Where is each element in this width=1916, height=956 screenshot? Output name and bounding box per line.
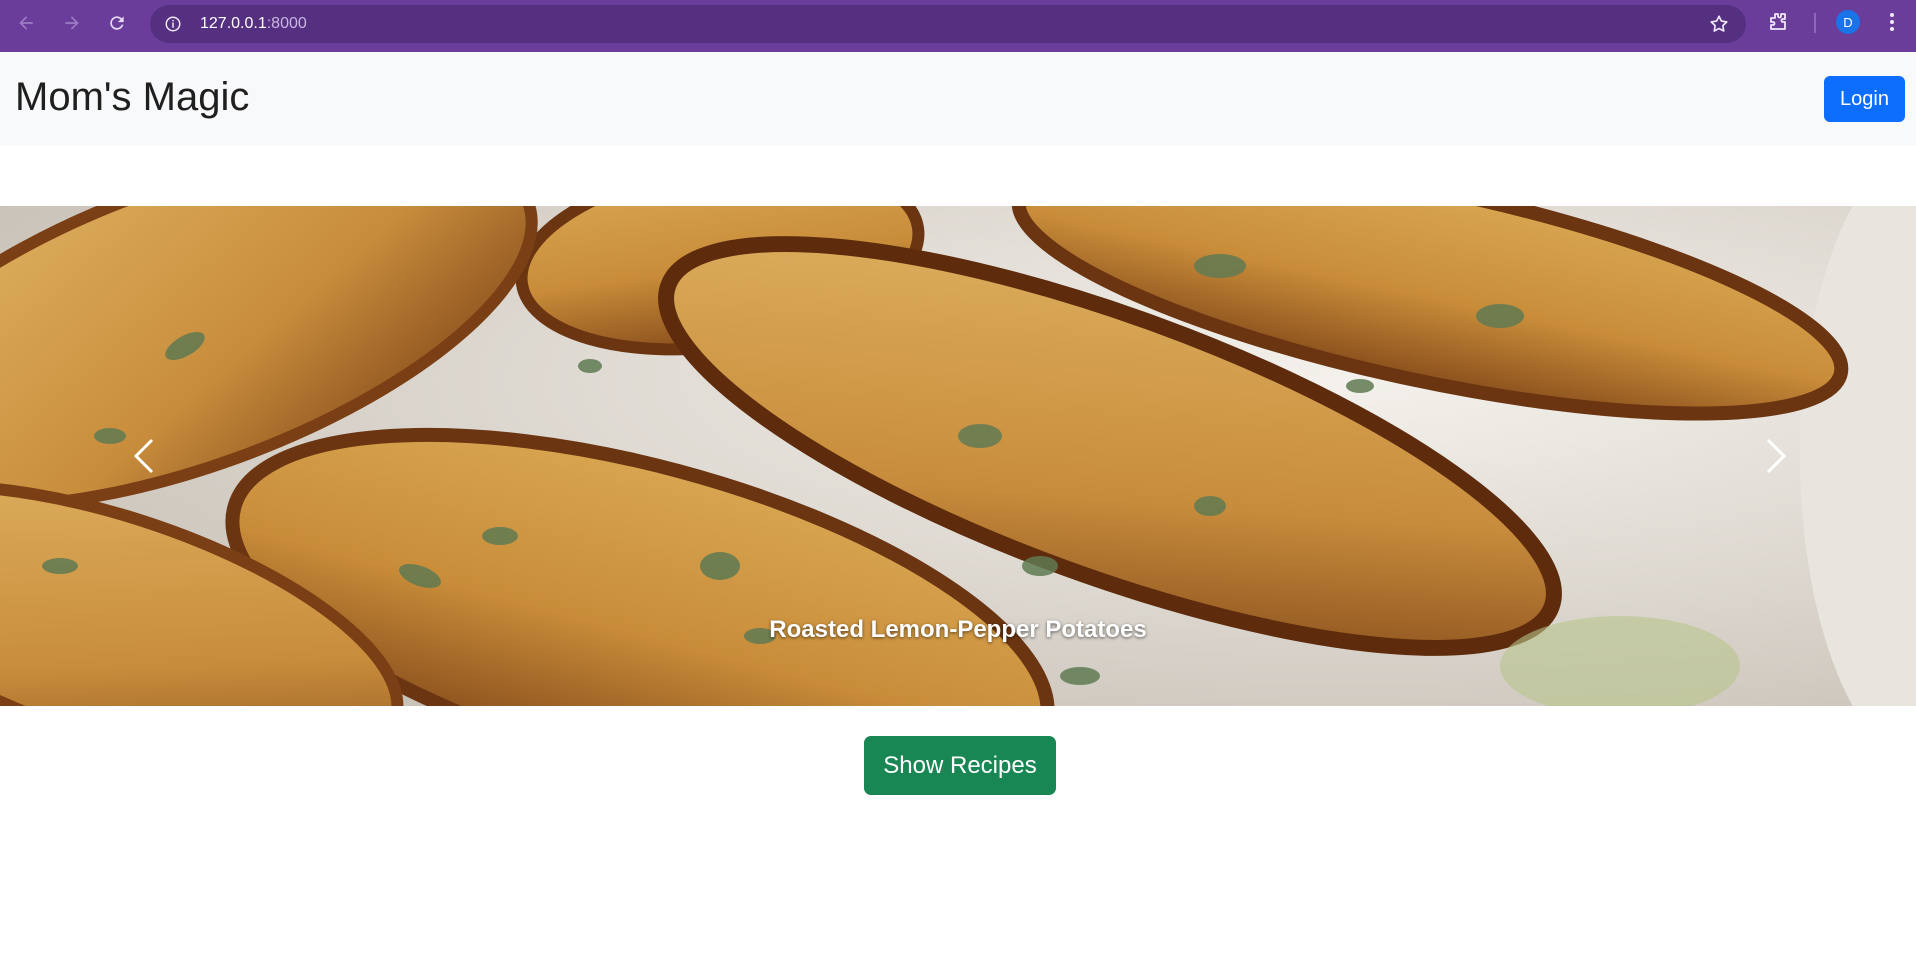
forward-button[interactable]: [50, 1, 94, 45]
show-recipes-button[interactable]: Show Recipes: [864, 736, 1056, 795]
carousel-next-button[interactable]: [1756, 431, 1796, 481]
more-menu-icon[interactable]: [1880, 10, 1904, 39]
brand-title[interactable]: Mom's Magic: [15, 75, 249, 120]
address-bar[interactable]: 127.0.0.1:8000: [150, 5, 1746, 43]
arrow-right-icon: [65, 16, 79, 30]
reload-button[interactable]: [95, 1, 139, 45]
carousel-prev-button[interactable]: [124, 431, 164, 481]
carousel-caption: Roasted Lemon-Pepper Potatoes: [769, 616, 1147, 643]
site-info-icon[interactable]: [162, 13, 184, 35]
bookmark-star-icon[interactable]: [1708, 13, 1730, 40]
back-button[interactable]: [4, 1, 48, 45]
recipe-carousel: Roasted Lemon-Pepper Potatoes: [0, 206, 1916, 706]
arrow-left-icon: [19, 16, 33, 30]
chevron-left-icon: [133, 438, 154, 474]
reload-icon: [110, 16, 124, 30]
url-text: 127.0.0.1:8000: [200, 15, 307, 33]
url-host: 127.0.0.1: [200, 15, 267, 32]
chevron-right-icon: [1766, 438, 1787, 474]
url-port: :8000: [266, 15, 307, 32]
toolbar-divider: [1814, 13, 1816, 33]
extensions-puzzle-icon[interactable]: [1766, 10, 1790, 39]
login-button[interactable]: Login: [1824, 76, 1905, 122]
profile-avatar[interactable]: D: [1836, 10, 1860, 34]
site-navbar: Mom's Magic Login: [0, 52, 1916, 146]
browser-toolbar: 127.0.0.1:8000 D: [0, 0, 1916, 52]
